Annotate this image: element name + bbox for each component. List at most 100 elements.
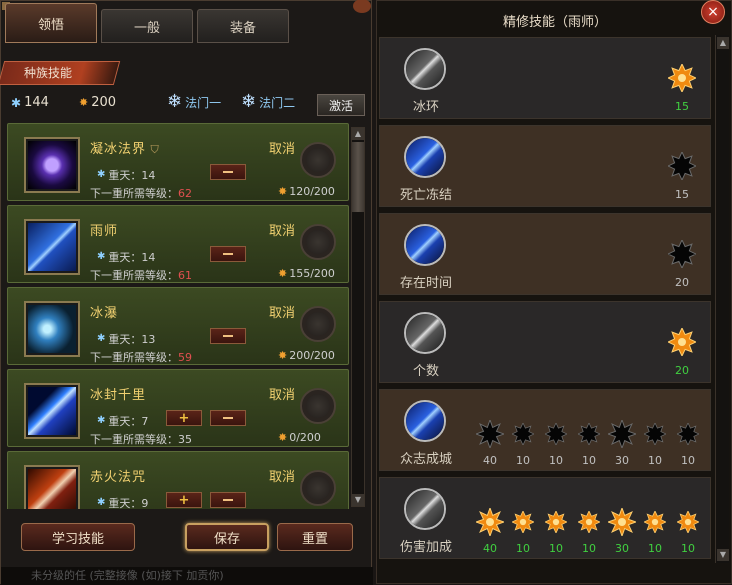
scroll-thumb[interactable] bbox=[352, 142, 364, 212]
cancel-link[interactable]: 取消 bbox=[269, 384, 295, 403]
learn-skill-button[interactable]: 学习技能 bbox=[21, 523, 135, 551]
star-lit-icon[interactable] bbox=[474, 506, 506, 538]
tab-equipment[interactable]: 装备 bbox=[197, 9, 289, 43]
star-unlit-icon[interactable] bbox=[474, 418, 506, 450]
skill-card[interactable]: 雨师 取消 ✱ 重天：14 下一重所需等级：61 ✸ 155/200 bbox=[7, 205, 349, 283]
skill-card[interactable]: 冰瀑 取消 ✱ 重天：13 下一重所需等级：59 ✸ 200/200 bbox=[7, 287, 349, 365]
refine-skill-label: 冰环 bbox=[412, 100, 439, 115]
skill-icon[interactable] bbox=[24, 301, 80, 357]
star-value: 10 bbox=[516, 454, 530, 467]
star-unlit-icon[interactable] bbox=[577, 422, 601, 446]
star-lit-icon[interactable] bbox=[676, 510, 700, 534]
minus-button[interactable] bbox=[210, 492, 246, 508]
star-unlit-icon[interactable] bbox=[643, 422, 667, 446]
skill-icon[interactable] bbox=[24, 465, 80, 509]
race-skill-tab[interactable]: 种族技能 bbox=[0, 61, 121, 85]
plus-icon: + bbox=[178, 492, 190, 508]
plus-button[interactable]: + bbox=[166, 492, 202, 508]
refine-skill-icon[interactable] bbox=[404, 48, 446, 90]
star-unlit-icon[interactable] bbox=[676, 422, 700, 446]
skill-level: ✱ 重天：9 bbox=[97, 495, 148, 509]
minus-button[interactable] bbox=[210, 410, 246, 426]
cancel-link[interactable]: 取消 bbox=[269, 466, 295, 485]
refine-row: 死亡冻结 15 bbox=[379, 125, 711, 207]
skill-slot-circle[interactable] bbox=[300, 306, 336, 342]
refine-skill-icon[interactable] bbox=[404, 224, 446, 266]
star-unlit-icon[interactable] bbox=[606, 418, 638, 450]
scroll-down-arrow[interactable]: ▼ bbox=[717, 549, 729, 561]
minus-icon bbox=[223, 499, 233, 501]
tab-general[interactable]: 一般 bbox=[101, 9, 193, 43]
shield-icon: ⛉ bbox=[146, 143, 160, 156]
skill-slot-circle[interactable] bbox=[300, 470, 336, 506]
skill-level: ✱ 重天：13 bbox=[97, 331, 155, 347]
snowflake-icon: ✱ bbox=[97, 251, 106, 262]
rain-gray-icon bbox=[406, 314, 444, 352]
refine-skill-icon[interactable] bbox=[404, 136, 446, 178]
cancel-link[interactable]: 取消 bbox=[269, 302, 295, 321]
plus-button[interactable]: + bbox=[166, 410, 202, 426]
talent-one[interactable]: ❄ 法门一 bbox=[167, 93, 221, 111]
star-unlit-icon[interactable] bbox=[544, 422, 568, 446]
flame-icon: ✸ bbox=[278, 185, 288, 198]
star-lit-icon[interactable] bbox=[577, 510, 601, 534]
rain-gray-icon bbox=[406, 490, 444, 528]
refine-row: 众志成城 40 10 10 10 30 10 10 bbox=[379, 389, 711, 471]
refine-title: 精修技能（雨师） bbox=[502, 15, 607, 30]
snowflake-icon: ✱ bbox=[97, 497, 106, 508]
skill-card[interactable]: 凝冰法界 ⛉ 取消 ✱ 重天：14 下一重所需等级：62 ✸ 120/200 bbox=[7, 123, 349, 201]
minus-button[interactable] bbox=[210, 164, 246, 180]
scroll-up-arrow[interactable]: ▲ bbox=[717, 37, 729, 49]
star-lit-icon[interactable] bbox=[666, 62, 698, 94]
rain-icon bbox=[406, 226, 444, 264]
talent-two[interactable]: ❄ 法门二 bbox=[241, 93, 295, 111]
skill-cost: ✸ 0/200 bbox=[278, 431, 321, 444]
minus-button[interactable] bbox=[210, 246, 246, 262]
skill-icon[interactable] bbox=[24, 137, 80, 193]
skill-list-scrollbar[interactable]: ▲ ▼ bbox=[351, 127, 365, 507]
scroll-down-arrow[interactable]: ▼ bbox=[352, 494, 364, 506]
minus-icon bbox=[223, 417, 233, 419]
skill-list: 凝冰法界 ⛉ 取消 ✱ 重天：14 下一重所需等级：62 ✸ 120/200 雨师 取消 ✱ 重天：… bbox=[7, 123, 349, 509]
save-button[interactable]: 保存 bbox=[185, 523, 269, 551]
skill-card[interactable]: 冰封千里 取消 ✱ 重天：7 + 下一重所需等级：35 ✸ 0/200 bbox=[7, 369, 349, 447]
star-value: 10 bbox=[681, 542, 695, 555]
skill-panel: 领悟 一般 装备 种族技能 ✱ 144 ✸ 200 ❄ 法门一 ❄ 法门二 激活… bbox=[0, 0, 373, 585]
skill-slot-circle[interactable] bbox=[300, 388, 336, 424]
star-lit-icon[interactable] bbox=[544, 510, 568, 534]
skill-slot-circle[interactable] bbox=[300, 142, 336, 178]
skill-level-text: 重天：14 bbox=[108, 169, 156, 182]
shard-icon bbox=[28, 305, 76, 353]
flame-icon: ✸ bbox=[79, 96, 89, 109]
star-unlit-icon[interactable] bbox=[511, 422, 535, 446]
skill-cost: ✸ 155/200 bbox=[278, 267, 335, 280]
close-icon[interactable]: × bbox=[701, 0, 725, 24]
star-lit-icon[interactable] bbox=[643, 510, 667, 534]
skill-card[interactable]: 赤火法咒 取消 ✱ 重天：9 + bbox=[7, 451, 349, 509]
next-level-requirement: 下一重所需等级：35 bbox=[90, 431, 192, 447]
star-lit-icon[interactable] bbox=[666, 326, 698, 358]
refine-skill-label: 存在时间 bbox=[399, 276, 452, 291]
star-value: 10 bbox=[582, 454, 596, 467]
star-lit-icon[interactable] bbox=[606, 506, 638, 538]
refine-skill-icon[interactable] bbox=[404, 400, 446, 442]
minus-button[interactable] bbox=[210, 328, 246, 344]
refine-scrollbar[interactable]: ▲ ▼ bbox=[715, 35, 729, 563]
activate-button[interactable]: 激活 bbox=[317, 94, 365, 116]
scroll-up-arrow[interactable]: ▲ bbox=[352, 128, 364, 140]
next-level-requirement: 下一重所需等级：59 bbox=[90, 349, 192, 365]
skill-slot-circle[interactable] bbox=[300, 224, 336, 260]
refine-skill-icon[interactable] bbox=[404, 312, 446, 354]
cancel-link[interactable]: 取消 bbox=[269, 220, 295, 239]
star-unlit-icon[interactable] bbox=[666, 238, 698, 270]
skill-name: 冰瀑 bbox=[90, 302, 118, 321]
skill-icon[interactable] bbox=[24, 383, 80, 439]
cancel-link[interactable]: 取消 bbox=[269, 138, 295, 157]
star-value: 15 bbox=[675, 100, 689, 113]
star-unlit-icon[interactable] bbox=[666, 150, 698, 182]
refine-skill-icon[interactable] bbox=[404, 488, 446, 530]
star-lit-icon[interactable] bbox=[511, 510, 535, 534]
reset-button[interactable]: 重置 bbox=[277, 523, 353, 551]
tab-comprehend[interactable]: 领悟 bbox=[5, 3, 97, 43]
skill-icon[interactable] bbox=[24, 219, 80, 275]
